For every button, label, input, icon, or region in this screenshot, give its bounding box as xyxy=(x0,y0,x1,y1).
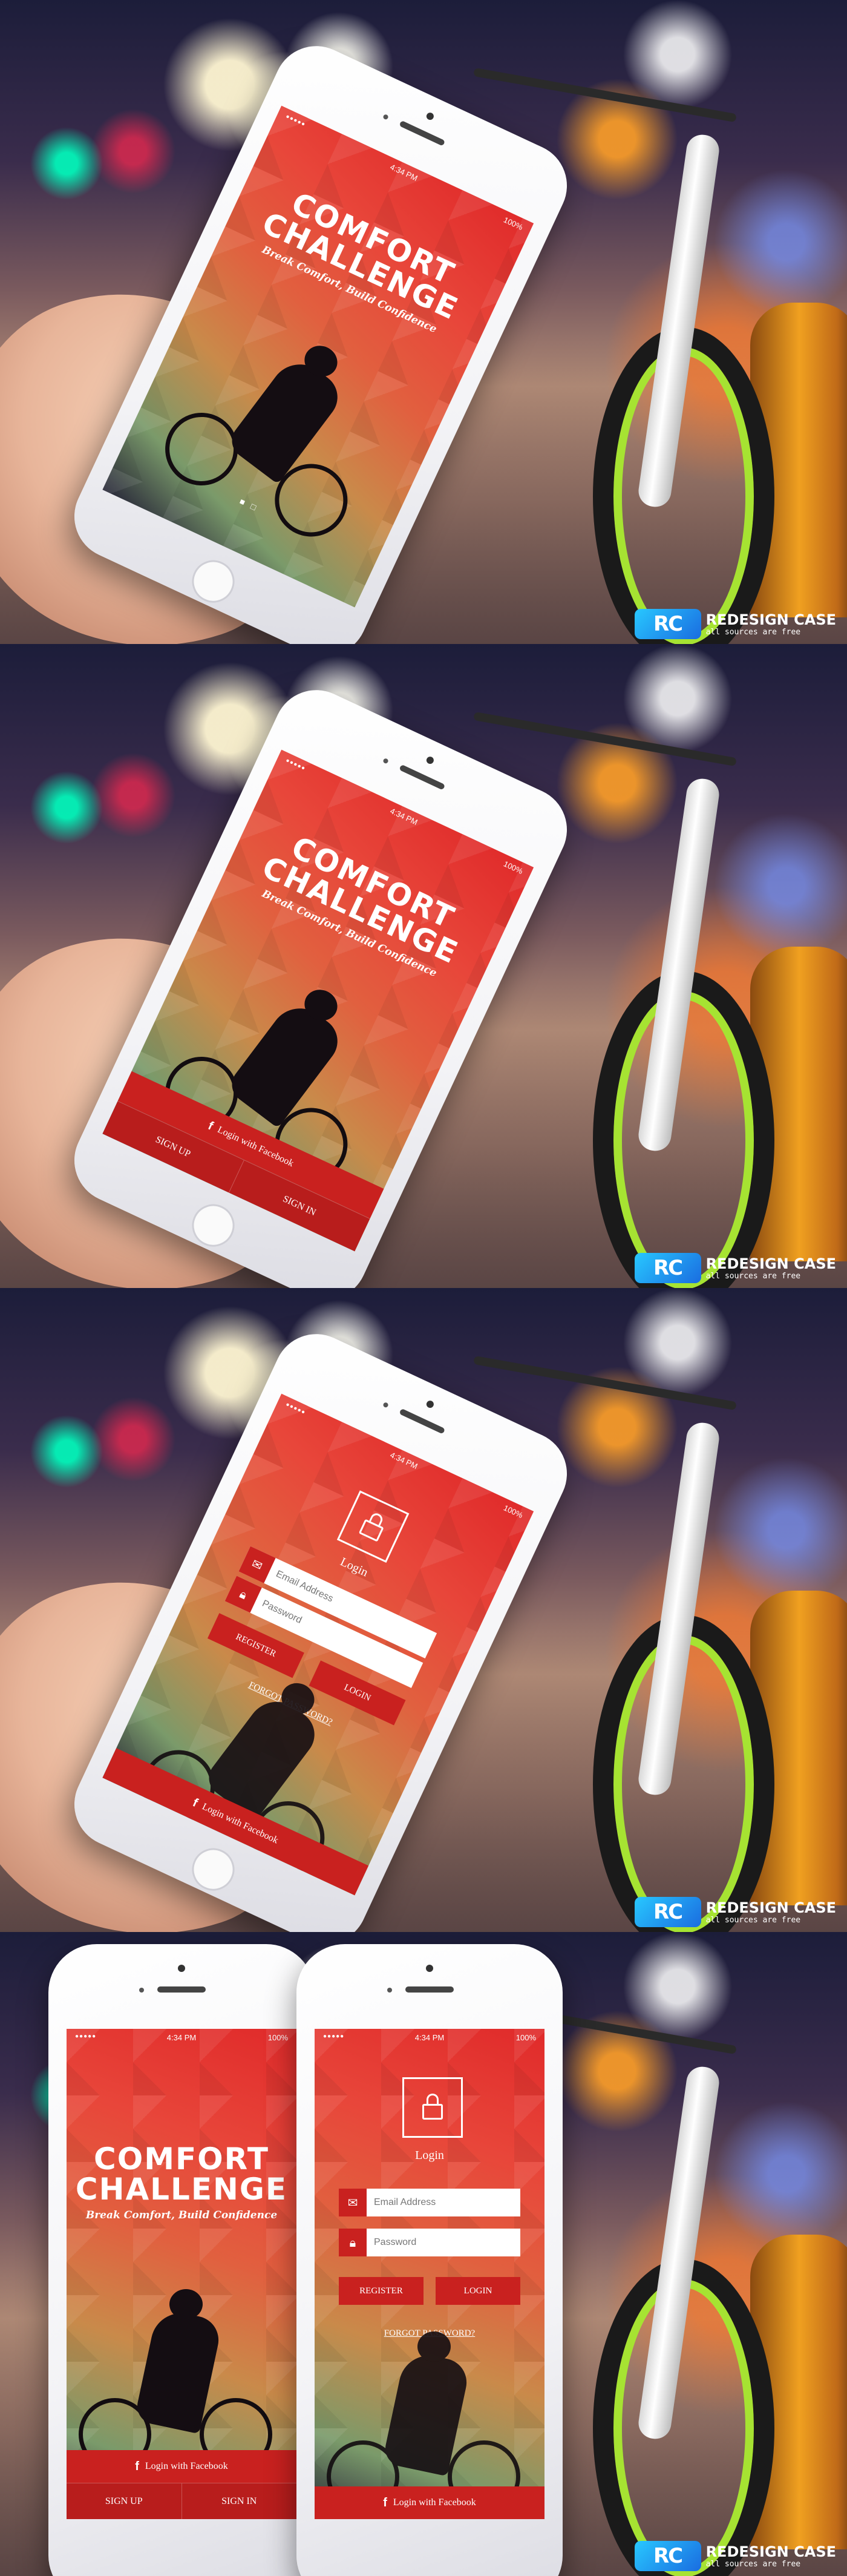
brand-logo: RC xyxy=(634,2541,701,2571)
facebook-login-button[interactable]: f Login with Facebook xyxy=(315,2486,544,2519)
camera-icon xyxy=(425,755,435,766)
facebook-icon: f xyxy=(191,1795,200,1810)
facebook-login-label: Login with Facebook xyxy=(393,2497,476,2508)
brand-watermark: RC REDESIGN CASE all sources are free xyxy=(634,1897,836,1927)
camera-icon xyxy=(426,1965,433,1972)
brand-name: REDESIGN CASE xyxy=(705,1255,836,1272)
camera-icon xyxy=(425,111,435,122)
sensor-icon xyxy=(139,1988,144,1993)
sign-in-button[interactable]: SIGN IN xyxy=(182,2483,296,2519)
battery-level: 100% xyxy=(502,1503,525,1520)
register-button[interactable]: REGISTER xyxy=(339,2277,424,2305)
cyclist-silhouette xyxy=(79,2289,284,2471)
panel-login: ●●●●● 4:34 PM 100% Login ✉ Email Address… xyxy=(0,1288,847,1932)
brand-logo: RC xyxy=(634,609,701,639)
facebook-icon: f xyxy=(135,2459,139,2473)
app-screen-login: ●●●●● 4:34 PM 100% Login ✉ Email Address… xyxy=(315,2029,544,2519)
brand-subtitle: all sources are free xyxy=(705,627,801,637)
battery-level: 100% xyxy=(515,2033,536,2042)
status-bar: ●●●●● 4:34 PM 100% xyxy=(315,2029,544,2046)
lock-icon xyxy=(336,1490,410,1563)
status-time: 4:34 PM xyxy=(166,2033,197,2042)
camera-icon xyxy=(178,1965,185,1972)
sensor-icon xyxy=(382,757,389,764)
brand-watermark: RC REDESIGN CASE all sources are free xyxy=(634,609,836,639)
speaker-grille xyxy=(399,1408,446,1434)
speaker-grille xyxy=(399,764,446,790)
brand-subtitle: all sources are free xyxy=(705,1915,801,1925)
status-bar: ●●●●● 4:34 PM 100% xyxy=(67,2029,296,2046)
sensor-icon xyxy=(382,1401,389,1408)
brand-logo: RC xyxy=(634,1897,701,1927)
app-logo: COMFORT CHALLENGE Break Comfort, Build C… xyxy=(67,2144,296,2221)
logo-line2: CHALLENGE xyxy=(75,2172,288,2207)
bicycle-photo xyxy=(473,36,847,644)
padlock-icon: 🔒︎ xyxy=(339,2229,367,2256)
facebook-login-button[interactable]: f Login with Facebook xyxy=(67,2450,296,2483)
email-placeholder: Email Address xyxy=(374,2197,436,2207)
speaker-grille xyxy=(399,120,446,146)
status-time: 4:34 PM xyxy=(414,2033,445,2042)
battery-level: 100% xyxy=(267,2033,288,2042)
sensor-icon xyxy=(387,1988,392,1993)
panel-two-phones: ●●●●● 4:34 PM 100% COMFORT CHALLENGE Bre… xyxy=(0,1932,847,2576)
cyclist-silhouette xyxy=(153,302,416,554)
panel-welcome: ●●●●● 4:34 PM 100% COMFORT CHALLENGE Bre… xyxy=(0,644,847,1288)
facebook-icon: f xyxy=(383,2496,387,2509)
login-button[interactable]: LOGIN xyxy=(436,2277,520,2305)
tagline: Break Comfort, Build Confidence xyxy=(85,2209,278,2221)
email-field[interactable]: ✉ Email Address xyxy=(339,2189,520,2216)
phone-mockup-login: ●●●●● 4:34 PM 100% Login ✉ Email Address… xyxy=(296,1944,563,2576)
app-screen-welcome: ●●●●● 4:34 PM 100% COMFORT CHALLENGE Bre… xyxy=(67,2029,296,2519)
brand-subtitle: all sources are free xyxy=(705,1271,801,1281)
rider-helmet xyxy=(169,2289,203,2319)
brand-name: REDESIGN CASE xyxy=(705,611,836,628)
camera-icon xyxy=(425,1399,435,1410)
facebook-login-label: Login with Facebook xyxy=(145,2461,228,2471)
cyclist-silhouette xyxy=(327,2331,532,2513)
brand-name: REDESIGN CASE xyxy=(705,2543,836,2560)
phone-mockup-welcome: ●●●●● 4:34 PM 100% COMFORT CHALLENGE Bre… xyxy=(48,1944,315,2576)
bicycle-photo xyxy=(473,1968,847,2576)
battery-level: 100% xyxy=(502,859,525,876)
brand-watermark: RC REDESIGN CASE all sources are free xyxy=(634,1253,836,1283)
rider-helmet xyxy=(417,2331,451,2362)
auth-button-row: SIGN UP SIGN IN xyxy=(67,2483,296,2519)
login-title: Login xyxy=(415,2149,444,2162)
battery-level: 100% xyxy=(502,215,525,232)
brand-name: REDESIGN CASE xyxy=(705,1899,836,1916)
speaker-grille xyxy=(157,1986,206,1993)
bicycle-photo xyxy=(473,1324,847,1932)
password-field[interactable]: 🔒︎ Password xyxy=(339,2229,520,2256)
brand-logo: RC xyxy=(634,1253,701,1283)
logo-line1: COMFORT xyxy=(94,2141,269,2177)
brand-subtitle: all sources are free xyxy=(705,2559,801,2569)
status-time: 4:34 PM xyxy=(388,1450,419,1471)
sign-up-button[interactable]: SIGN UP xyxy=(67,2483,182,2519)
brand-watermark: RC REDESIGN CASE all sources are free xyxy=(634,2541,836,2571)
envelope-icon: ✉ xyxy=(339,2189,367,2216)
lock-icon xyxy=(402,2077,463,2138)
panel-splash: ●●●●● 4:34 PM 100% COMFORT CHALLENGE Bre… xyxy=(0,0,847,644)
sensor-icon xyxy=(382,113,389,120)
password-placeholder: Password xyxy=(374,2237,417,2247)
speaker-grille xyxy=(405,1986,454,1993)
facebook-icon: f xyxy=(206,1119,215,1133)
bicycle-photo xyxy=(473,680,847,1288)
